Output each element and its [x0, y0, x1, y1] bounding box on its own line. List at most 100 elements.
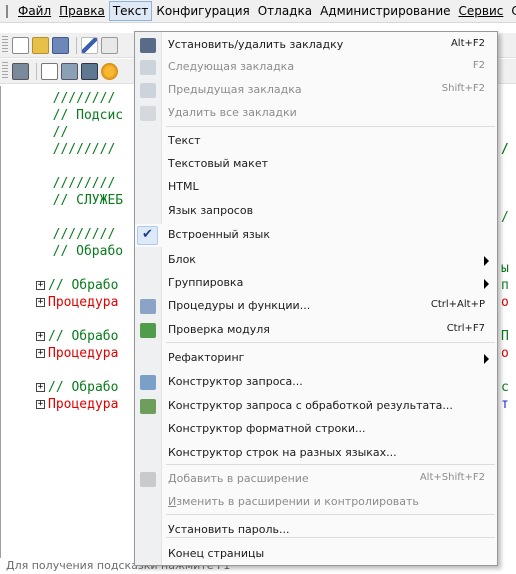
save-icon[interactable] — [52, 36, 69, 54]
menu-item-label: Установить/удалить закладку — [168, 38, 344, 51]
document-icon[interactable] — [6, 4, 8, 18]
code-line: //////// — [37, 142, 116, 157]
menu-item[interactable]: Процедуры и функции... Ctrl+Alt+P — [135, 295, 497, 318]
copy-icon[interactable] — [101, 36, 118, 54]
menu-item[interactable]: Добавить в расширение Alt+Shift+F2 — [135, 468, 497, 491]
menu-item[interactable]: Конструктор строк на разных языках... — [135, 442, 497, 465]
menu-item[interactable]: Рефакторинг — [135, 347, 497, 370]
menu-item[interactable]: Следующая закладка F2 — [135, 56, 497, 79]
menu-item-label: Следующая закладка — [168, 60, 295, 73]
menu-more[interactable]: С — [507, 1, 516, 21]
code-line: Процедура — [48, 346, 119, 361]
menu-item-label: Конструктор форматной строки... — [168, 422, 366, 435]
menu-item-shortcut: Alt+Shift+F2 — [419, 472, 485, 483]
code-line: // Обрабо — [48, 329, 119, 344]
code-line: //////// — [37, 91, 116, 106]
menu-item[interactable]: Блок — [135, 249, 497, 272]
menu-item[interactable]: Установить/удалить закладку Alt+F2 — [135, 34, 497, 57]
menu-item[interactable]: HTML — [135, 176, 497, 199]
update-db-icon[interactable] — [61, 62, 78, 80]
structure-icon[interactable] — [41, 62, 58, 80]
menu-item-label: Блок — [168, 253, 196, 266]
menu-edit[interactable]: Правка — [55, 1, 109, 21]
menu-item-shortcut: Ctrl+Alt+P — [430, 299, 485, 310]
menu-item-label: Конструктор запроса... — [168, 375, 303, 388]
query-builder-result-icon — [140, 399, 156, 414]
menu-item[interactable]: Предыдущая закладка Shift+F2 — [135, 79, 497, 102]
toolbar-grip[interactable] — [2, 36, 8, 54]
menu-item-label: Рефакторинг — [168, 351, 245, 364]
menu-item[interactable]: ✔ Встроенный язык — [135, 224, 497, 247]
menu-item[interactable]: Текстовый макет — [135, 153, 497, 176]
fold-toggle-icon[interactable]: + — [36, 332, 45, 341]
code-fragment: о — [501, 346, 509, 361]
menu-item[interactable]: Язык запросов — [135, 200, 497, 223]
query-builder-icon — [140, 375, 156, 390]
menu-item[interactable]: Группировка — [135, 272, 497, 295]
submenu-arrow-icon — [484, 354, 489, 364]
menu-item-shortcut: Alt+F2 — [450, 38, 485, 49]
bookmark-toggle-icon — [140, 38, 156, 53]
menu-debug[interactable]: Отладка — [254, 1, 316, 21]
code-fragment: / — [501, 210, 509, 225]
code-line: // — [37, 125, 69, 140]
cut-icon[interactable] — [81, 36, 98, 54]
menu-item[interactable]: Конструктор запроса с обработкой результ… — [135, 395, 497, 418]
menu-item-shortcut: Shift+F2 — [441, 83, 485, 94]
menu-item-label: Встроенный язык — [168, 228, 270, 241]
code-fragment: о — [501, 295, 509, 310]
fold-toggle-icon[interactable]: + — [36, 281, 45, 290]
code-line: // Обрабо — [48, 278, 119, 293]
menu-item-label: Конструктор строк на разных языках... — [168, 446, 397, 459]
menu-file[interactable]: Файл — [14, 1, 55, 21]
open-folder-icon[interactable] — [32, 36, 49, 54]
menu-text[interactable]: Текст — [108, 1, 153, 21]
menu-service[interactable]: Сервис — [455, 1, 508, 21]
new-document-icon[interactable] — [12, 36, 29, 54]
menu-administration[interactable]: Администрирование — [316, 1, 454, 21]
code-line: // Обрабо — [48, 380, 119, 395]
toolbar-separator — [36, 62, 37, 80]
fold-toggle-icon[interactable]: + — [36, 349, 45, 358]
code-fragment: ы — [501, 261, 509, 276]
code-fragment: / — [501, 142, 509, 157]
fold-toggle-icon[interactable]: + — [36, 383, 45, 392]
fold-toggle-icon[interactable]: + — [36, 400, 45, 409]
fold-toggle-icon[interactable]: + — [36, 298, 45, 307]
menu-item-label: Удалить все закладки — [168, 106, 297, 119]
code-line: Процедура — [48, 397, 119, 412]
check-icon: ✔ — [137, 226, 158, 245]
code-fragment: п — [501, 278, 509, 293]
config-icon[interactable] — [12, 62, 29, 80]
code-line: // Подсис — [37, 108, 124, 123]
menu-item[interactable]: Конец страницы — [135, 543, 497, 566]
toolbar-grip[interactable] — [2, 62, 8, 80]
menu-item-label: Добавить в расширение — [168, 472, 309, 485]
code-line: // СЛУЖЕБ — [37, 193, 124, 208]
menu-configuration[interactable]: Конфигурация — [152, 1, 253, 21]
menu-separator — [166, 514, 495, 515]
menu-item-label: Конструктор запроса с обработкой результ… — [168, 399, 453, 412]
menu-item[interactable]: Изменить в расширении и контролировать — [135, 491, 497, 514]
table-icon[interactable] — [81, 62, 98, 80]
menu-item-label: Группировка — [168, 276, 244, 289]
run-icon[interactable] — [101, 62, 118, 80]
menu-item-label: Текст — [168, 134, 201, 147]
bookmark-prev-icon — [140, 83, 156, 98]
menu-item-shortcut: Ctrl+F7 — [446, 323, 485, 334]
menu-item[interactable]: Проверка модуля Ctrl+F7 — [135, 319, 497, 342]
extension-add-icon — [140, 472, 156, 487]
code-fragment: т — [501, 397, 509, 412]
menu-separator — [166, 126, 495, 127]
bookmark-clear-icon — [140, 106, 156, 121]
menu-item[interactable]: Удалить все закладки — [135, 102, 497, 125]
menu-item[interactable]: Конструктор форматной строки... — [135, 418, 497, 441]
procedures-icon — [140, 299, 156, 314]
menu-item-label: Установить пароль... — [168, 523, 290, 536]
menu-item[interactable]: Текст — [135, 130, 497, 153]
code-fragment: с — [501, 380, 509, 395]
menu-item-label: Предыдущая закладка — [168, 83, 302, 96]
menu-item[interactable]: Установить пароль... — [135, 519, 497, 542]
menu-item[interactable]: Конструктор запроса... — [135, 371, 497, 394]
menu-item-label: Проверка модуля — [168, 323, 270, 336]
